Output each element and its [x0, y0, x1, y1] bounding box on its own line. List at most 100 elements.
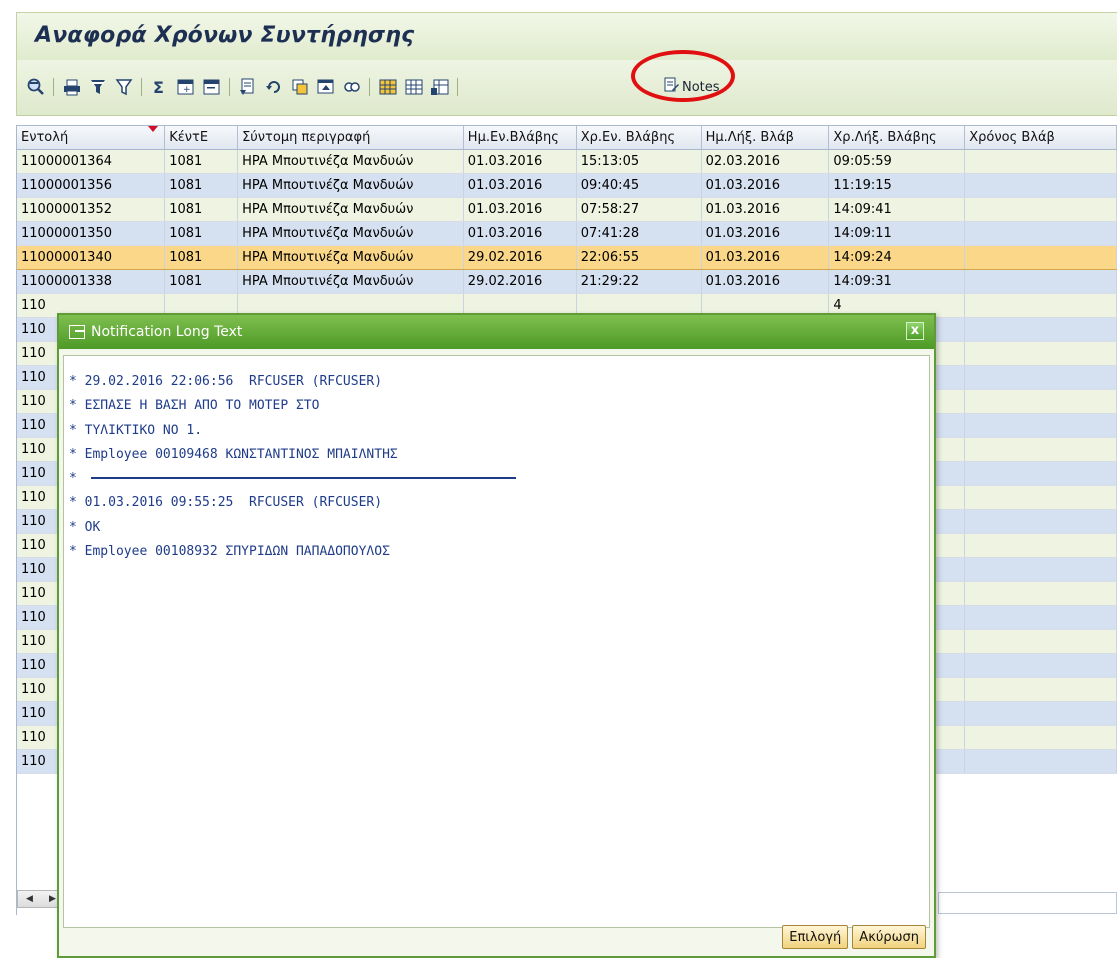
- table-cell[interactable]: HPA Μπουτινέζα Μανδυών: [237, 269, 464, 294]
- table-cell[interactable]: [964, 317, 1117, 342]
- table-cell[interactable]: [964, 605, 1117, 630]
- table-cell[interactable]: 29.02.2016: [463, 244, 577, 270]
- table-cell[interactable]: 07:41:28: [576, 221, 702, 246]
- table-cell[interactable]: 07:58:27: [576, 197, 702, 222]
- table-cell[interactable]: 22:06:55: [576, 244, 702, 270]
- table-cell[interactable]: 01.03.2016: [463, 149, 577, 174]
- table-cell[interactable]: [964, 461, 1117, 486]
- table-cell[interactable]: 02.03.2016: [701, 149, 830, 174]
- table-cell[interactable]: [964, 244, 1117, 270]
- table-cell[interactable]: [964, 677, 1117, 702]
- table-cell[interactable]: 11000001340: [17, 244, 166, 270]
- column-header-description[interactable]: Σύντομη περιγραφή: [237, 126, 464, 150]
- table-cell[interactable]: 11000001350: [17, 221, 166, 246]
- column-header-start-date[interactable]: Ημ.Εν.Βλάβης: [463, 126, 577, 150]
- table-cell[interactable]: [964, 437, 1117, 462]
- notes-button[interactable]: Notes: [655, 74, 737, 100]
- table-cell[interactable]: [964, 365, 1117, 390]
- table-cell[interactable]: [964, 557, 1117, 582]
- layout-icon[interactable]: [315, 76, 337, 98]
- table-cell[interactable]: [964, 653, 1117, 678]
- export-icon[interactable]: [237, 76, 259, 98]
- table-row[interactable]: 11000001356 1081 HPA Μπουτινέζα Μανδυών 01.…: [17, 173, 1117, 198]
- table-cell[interactable]: [964, 269, 1117, 294]
- table-cell[interactable]: HPA Μπουτινέζα Μανδυών: [237, 149, 464, 174]
- table-cell[interactable]: [964, 725, 1117, 750]
- table-row[interactable]: 11000001352 1081 HPA Μπουτινέζα Μανδυών 01.…: [17, 197, 1117, 222]
- table-cell[interactable]: [964, 341, 1117, 366]
- table-cell[interactable]: 1081: [164, 173, 239, 198]
- table-cell[interactable]: [964, 485, 1117, 510]
- table-cell[interactable]: 1081: [164, 244, 239, 270]
- save-layout-icon[interactable]: [429, 76, 451, 98]
- table-cell[interactable]: [964, 413, 1117, 438]
- table-cell[interactable]: 1081: [164, 269, 239, 294]
- table-row[interactable]: 11000001364 1081 HPA Μπουτινέζα Μανδυών 01.…: [17, 149, 1117, 174]
- table-cell[interactable]: [964, 149, 1117, 174]
- scrollbar-track[interactable]: [938, 892, 1117, 914]
- column-header-end-date[interactable]: Ημ.Λήξ. Βλάβ: [701, 126, 830, 150]
- table-cell[interactable]: 29.02.2016: [463, 269, 577, 294]
- table-cell[interactable]: 11000001352: [17, 197, 166, 222]
- table-cell[interactable]: [964, 221, 1117, 246]
- details-icon[interactable]: [25, 76, 47, 98]
- table-cell[interactable]: 01.03.2016: [463, 221, 577, 246]
- column-header-order[interactable]: Εντολή: [17, 126, 166, 150]
- scroll-left-icon[interactable]: ◀: [26, 894, 33, 904]
- close-button[interactable]: x: [906, 322, 924, 340]
- table-cell[interactable]: [964, 389, 1117, 414]
- table-cell[interactable]: [964, 581, 1117, 606]
- table-cell[interactable]: 11000001364: [17, 149, 166, 174]
- long-text-editor[interactable]: * 29.02.2016 22:06:56 RFCUSER (RFCUSER) …: [63, 355, 930, 928]
- grid-icon[interactable]: [377, 76, 399, 98]
- change-layout-icon[interactable]: [403, 76, 425, 98]
- table-cell[interactable]: [964, 173, 1117, 198]
- subtotal-icon[interactable]: +: [175, 76, 197, 98]
- column-header-end-time[interactable]: Χρ.Λήξ. Βλάβης: [828, 126, 966, 150]
- table-row[interactable]: 11000001338 1081 HPA Μπουτινέζα Μανδυών 29.…: [17, 269, 1117, 294]
- table-cell[interactable]: 01.03.2016: [463, 173, 577, 198]
- table-cell[interactable]: 01.03.2016: [463, 197, 577, 222]
- table-cell[interactable]: 14:09:41: [828, 197, 966, 222]
- copy-icon[interactable]: [289, 76, 311, 98]
- table-cell[interactable]: 01.03.2016: [701, 269, 830, 294]
- table-row[interactable]: 11000001350 1081 HPA Μπουτινέζα Μανδυών 01.…: [17, 221, 1117, 246]
- set-filter-icon[interactable]: [113, 76, 135, 98]
- table-cell[interactable]: HPA Μπουτινέζα Μανδυών: [237, 244, 464, 270]
- table-cell[interactable]: [964, 533, 1117, 558]
- expand-icon[interactable]: [201, 76, 223, 98]
- scroll-right-icon[interactable]: ▶: [49, 894, 56, 904]
- table-row[interactable]: 11000001340 1081 HPA Μπουτινέζα Μανδυών 29.…: [17, 244, 1117, 270]
- table-cell[interactable]: 01.03.2016: [701, 221, 830, 246]
- print-icon[interactable]: [61, 76, 83, 98]
- table-cell[interactable]: 09:05:59: [828, 149, 966, 174]
- table-cell[interactable]: HPA Μπουτινέζα Μανδυών: [237, 173, 464, 198]
- table-cell[interactable]: [964, 293, 1117, 318]
- table-cell[interactable]: 01.03.2016: [701, 173, 830, 198]
- table-cell[interactable]: 14:09:24: [828, 244, 966, 270]
- table-cell[interactable]: HPA Μπουτινέζα Μανδυών: [237, 221, 464, 246]
- table-cell[interactable]: [964, 629, 1117, 654]
- find-icon[interactable]: [341, 76, 363, 98]
- table-cell[interactable]: 11:19:15: [828, 173, 966, 198]
- table-cell[interactable]: 01.03.2016: [701, 244, 830, 270]
- sum-icon[interactable]: Σ: [149, 76, 171, 98]
- table-cell[interactable]: 1081: [164, 221, 239, 246]
- table-cell[interactable]: 15:13:05: [576, 149, 702, 174]
- cancel-button[interactable]: Ακύρωση: [852, 925, 926, 949]
- table-cell[interactable]: [964, 749, 1117, 774]
- column-header-start-time[interactable]: Χρ.Εν. Βλάβης: [576, 126, 702, 150]
- table-cell[interactable]: 14:09:31: [828, 269, 966, 294]
- filter-icon[interactable]: [87, 76, 109, 98]
- table-cell[interactable]: 09:40:45: [576, 173, 702, 198]
- select-button[interactable]: Επιλογή: [782, 925, 849, 949]
- table-cell[interactable]: 01.03.2016: [701, 197, 830, 222]
- table-cell[interactable]: [964, 701, 1117, 726]
- table-cell[interactable]: 1081: [164, 197, 239, 222]
- table-cell[interactable]: 14:09:11: [828, 221, 966, 246]
- table-cell[interactable]: 11000001356: [17, 173, 166, 198]
- table-cell[interactable]: 1081: [164, 149, 239, 174]
- refresh-icon[interactable]: [263, 76, 285, 98]
- table-cell[interactable]: [964, 509, 1117, 534]
- table-cell[interactable]: 11000001338: [17, 269, 166, 294]
